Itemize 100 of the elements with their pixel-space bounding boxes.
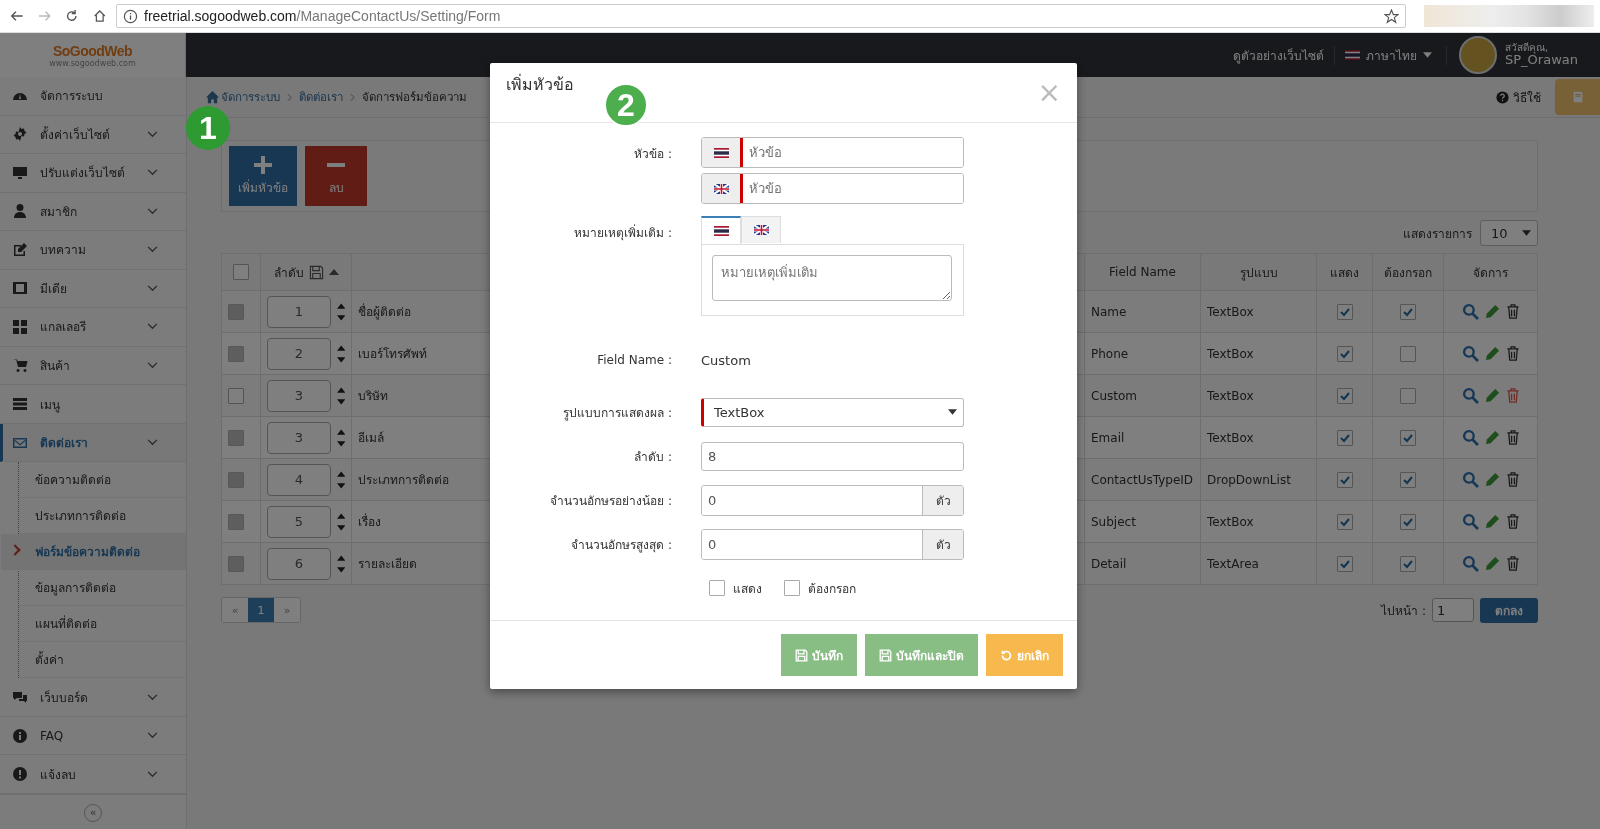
pencil-icon[interactable] [1484,346,1500,361]
edit-icon [12,241,28,258]
table-cell: TextBox [1200,374,1317,417]
row-checkbox[interactable] [228,387,244,404]
sidebar-item[interactable]: ปรับแต่งเว็บไซต์ [0,154,186,193]
address-bar[interactable]: freetrial.sogoodweb.com/ManageContactUs/Setting/Form [116,4,1406,28]
breadcrumb-link[interactable]: จัดการระบบ [221,88,280,106]
pencil-icon[interactable] [1484,388,1500,403]
preview-link[interactable]: ดูตัวอย่างเว็บไซต์ [1223,45,1335,65]
minus-icon [327,163,345,167]
sort-up-icon[interactable] [328,269,339,275]
alert-icon [12,766,28,783]
submenu-item[interactable]: แผนที่ติดต่อ [19,606,186,643]
submenu-item[interactable]: ฟอร์มข้อความติดต่อ [1,534,186,571]
pencil-icon[interactable] [1484,430,1500,445]
page-size-select[interactable]: 10 [1480,220,1538,246]
pencil-icon[interactable] [1484,472,1500,487]
thai-flag-icon [713,147,729,158]
avatar[interactable] [1459,36,1497,74]
save-icon [795,648,808,662]
search-icon[interactable] [1461,471,1479,488]
save-icon[interactable] [308,264,324,280]
pencil-icon[interactable] [1484,304,1500,319]
sidebar-item[interactable]: FAQ [0,716,186,756]
reload-icon[interactable] [65,8,79,24]
select-all-checkbox[interactable] [233,264,249,280]
submenu-item[interactable]: ข้อมูลการติดต่อ [19,570,186,607]
sidebar-item[interactable]: ตั้งค่าเว็บไซต์ [0,115,186,155]
logo[interactable]: SoGoodWeb www.sogoodweb.com [0,33,186,77]
username[interactable]: SP_Orawan [1505,53,1578,69]
submenu-item[interactable]: ตั้งค่า [19,642,186,679]
table-cell: TextArea [1200,542,1317,585]
column-header: จัดการ [1443,253,1538,291]
film-icon [12,280,28,297]
order-field[interactable]: 3 [267,379,331,412]
delete-button[interactable]: ลบ [305,146,367,206]
thai-flag-icon [713,226,729,236]
submenu-item[interactable]: ข้อความติดต่อ [19,462,186,499]
sidebar-item[interactable]: จัดการระบบ [0,77,186,116]
add-topic-button[interactable]: เพิ่มหัวข้อ [229,146,297,206]
sidebar-item[interactable]: แจ้งลบ [0,755,186,794]
sidebar-item[interactable]: เมนู [0,385,186,424]
title-input-field[interactable]: หัวข้อ [701,137,964,168]
next-page-button[interactable]: » [274,598,300,622]
show-checkbox[interactable] [1336,387,1353,404]
pencil-icon[interactable] [1484,514,1500,529]
back-arrow-icon[interactable] [10,8,24,24]
min-length-field[interactable]: 0 ตัว [701,484,964,516]
previous-page-button[interactable]: « [222,598,248,622]
page-button[interactable]: 1 [248,598,274,622]
search-icon[interactable] [1461,345,1479,362]
info-icon [123,8,138,24]
question-icon[interactable] [1496,90,1509,104]
sidebar-item[interactable]: แกลเลอรี [0,308,186,347]
sidebar-item[interactable]: สินค้า [0,346,186,386]
chevron-right-icon [350,92,355,102]
title-input-field[interactable]: หัวข้อ [701,173,964,204]
sidebar-item[interactable]: เว็บบอร์ด [0,678,186,717]
checkbox[interactable] [709,580,725,596]
table-cell: TextBox [1200,416,1317,459]
search-icon[interactable] [1461,303,1479,320]
search-icon[interactable] [1461,429,1479,446]
search-icon[interactable] [1461,387,1479,404]
unit-label: ตัว [922,529,963,559]
column-header: Field Name [1084,253,1201,291]
note-textarea[interactable]: หมายเหตุเพิ่มเติม [712,255,952,301]
page-number-field[interactable]: 1 [1432,598,1474,622]
pencil-icon[interactable] [1484,556,1500,571]
go-button[interactable]: ตกลง [1480,597,1538,623]
save-button[interactable]: บันทึกและปิด [865,634,978,676]
list-icon [12,396,28,412]
thai-flag-icon [1345,50,1360,60]
language-dropdown[interactable]: ภาษาไทย [1335,45,1447,65]
column-header: แสดง [1316,253,1373,291]
column-header[interactable]: ลำดับ [273,262,304,282]
required-checkbox[interactable] [1400,387,1416,404]
trash-icon[interactable] [1505,388,1520,403]
order-input-field[interactable]: 8 [701,441,964,471]
help-link[interactable]: วิธีใช้ [1513,87,1541,107]
sidebar-item[interactable]: ติดต่อเรา [0,423,186,463]
unit-label: ตัว [922,485,963,515]
display-type-select[interactable]: TextBox [701,397,964,427]
info-icon [12,727,28,744]
breadcrumb-link[interactable]: ติดต่อเรา [299,88,343,106]
save-icon [879,648,892,662]
language-tab[interactable] [701,216,741,244]
plus-icon [253,155,273,175]
bookmark-star-icon[interactable] [1384,8,1399,24]
sidebar-item[interactable]: บทความ [0,231,186,270]
home-icon[interactable] [92,8,106,24]
search-icon[interactable] [1461,555,1479,572]
page-size-label: แสดงรายการ [1403,225,1472,243]
save-button[interactable]: บันทึก [781,634,857,676]
sidebar-item[interactable]: สมาชิก [0,192,186,232]
chevron-right-icon [287,92,292,102]
checkbox[interactable] [784,580,800,596]
table-cell: Detail [1084,542,1201,585]
search-icon[interactable] [1461,513,1479,530]
sidebar-item[interactable]: มีเดีย [0,269,186,309]
max-length-field[interactable]: 0 ตัว [701,528,964,560]
